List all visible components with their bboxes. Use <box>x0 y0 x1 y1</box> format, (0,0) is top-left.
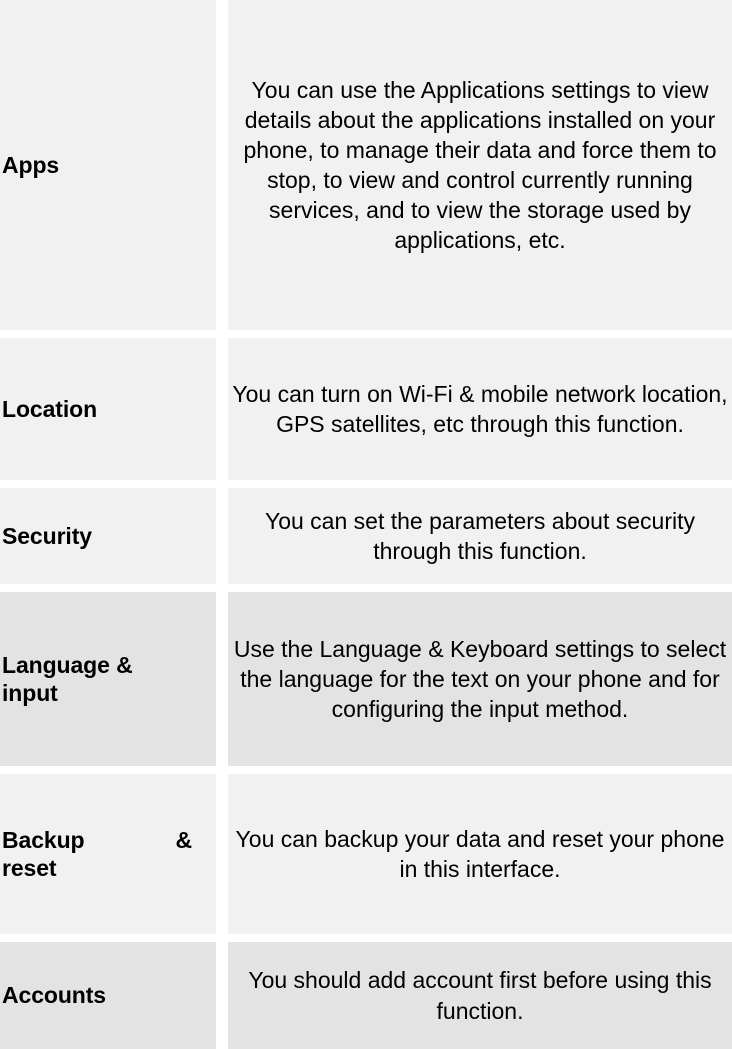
setting-name-backup-reset: Backup & reset <box>2 826 216 882</box>
setting-name-location: Location <box>2 395 98 422</box>
table-row: Location You can turn on Wi-Fi & mobile … <box>0 338 732 480</box>
table-row: Backup & reset You can backup your data … <box>0 774 732 934</box>
table-row: Accounts You should add account first be… <box>0 942 732 1049</box>
setting-description-language-input: Use the Language & Keyboard settings to … <box>233 635 727 723</box>
setting-name-cell: Apps <box>0 0 216 330</box>
setting-description-location: You can turn on Wi-Fi & mobile network l… <box>232 380 728 437</box>
setting-description-accounts: You should add account first before usin… <box>248 967 712 1024</box>
setting-name-language-input: Language & input <box>2 651 133 706</box>
table-row: Apps You can use the Applications settin… <box>0 0 732 330</box>
table-row: Language & input Use the Language & Keyb… <box>0 592 732 766</box>
setting-name-apps: Apps <box>2 151 60 178</box>
setting-description-cell: You can turn on Wi-Fi & mobile network l… <box>228 338 732 480</box>
setting-description-cell: You can use the Applications settings to… <box>228 0 732 330</box>
setting-name-accounts: Accounts <box>2 982 106 1009</box>
settings-reference-table: Apps You can use the Applications settin… <box>0 0 732 1049</box>
setting-name-security: Security <box>2 522 92 549</box>
setting-name-backup-reset-line-1: Backup & <box>2 826 192 853</box>
setting-description-backup-reset: You can backup your data and reset your … <box>235 825 725 882</box>
setting-description-apps: You can use the Applications settings to… <box>243 76 717 254</box>
setting-name-cell: Location <box>0 338 216 480</box>
setting-description-cell: You should add account first before usin… <box>228 942 732 1049</box>
setting-name-cell: Accounts <box>0 942 216 1049</box>
setting-description-security: You can set the parameters about securit… <box>264 507 695 564</box>
setting-name-cell: Language & input <box>0 592 216 766</box>
setting-name-cell: Backup & reset <box>0 774 216 934</box>
setting-name-backup-reset-line-2: reset <box>2 855 57 881</box>
setting-name-cell: Security <box>0 488 216 584</box>
setting-description-cell: Use the Language & Keyboard settings to … <box>228 592 732 766</box>
setting-description-cell: You can set the parameters about securit… <box>228 488 732 584</box>
setting-description-cell: You can backup your data and reset your … <box>228 774 732 934</box>
table-row: Security You can set the parameters abou… <box>0 488 732 584</box>
